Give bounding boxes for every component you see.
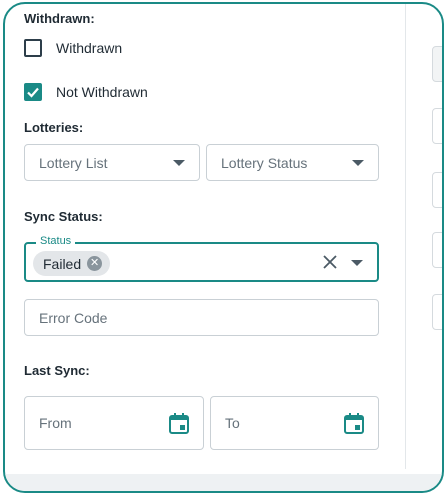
adjacent-field-2 [432,108,442,144]
chevron-down-icon[interactable] [351,260,363,266]
from-date-input[interactable]: From [24,396,204,450]
panel-footer-strip [5,474,442,491]
chevron-down-icon [173,160,185,166]
from-placeholder: From [39,415,72,431]
status-field-label: Status [36,235,76,247]
clear-icon[interactable] [321,253,339,271]
last-sync-heading: Last Sync: [24,363,90,378]
calendar-icon[interactable] [344,413,364,434]
adjacent-field-5 [432,294,442,330]
lottery-status-placeholder: Lottery Status [221,154,308,171]
to-placeholder: To [225,415,240,431]
withdrawn-option-label: Withdrawn [56,40,123,56]
withdrawn-checkbox[interactable] [24,39,42,57]
calendar-icon[interactable] [169,413,189,434]
lottery-list-placeholder: Lottery List [39,154,108,171]
to-date-input[interactable]: To [210,396,379,450]
lottery-status-select[interactable]: Lottery Status [206,144,379,181]
not-withdrawn-checkbox[interactable] [24,83,42,101]
withdrawn-option[interactable]: Withdrawn [24,39,122,57]
adjacent-column [405,4,442,469]
not-withdrawn-option-label: Not Withdrawn [56,84,148,100]
adjacent-field-4 [432,232,442,268]
not-withdrawn-option[interactable]: Not Withdrawn [24,83,148,101]
error-code-placeholder: Error Code [39,309,108,326]
checkmark-icon [27,87,39,98]
adjacent-field-1 [432,46,442,82]
chip-remove-icon[interactable]: ✕ [87,256,103,271]
lottery-list-select[interactable]: Lottery List [24,144,200,181]
adjacent-field-3 [432,172,442,208]
status-select[interactable]: Status Failed ✕ [24,235,379,282]
filter-panel: Withdrawn: Withdrawn Not Withdrawn Lotte… [3,2,444,493]
sync-status-heading: Sync Status: [24,209,103,224]
status-chip-label: Failed [43,255,82,272]
chevron-down-icon [352,160,364,166]
status-chip: Failed ✕ [33,251,111,276]
error-code-input[interactable]: Error Code [24,299,379,336]
lotteries-heading: Lotteries: [24,120,84,135]
withdrawn-heading: Withdrawn: [24,11,95,26]
